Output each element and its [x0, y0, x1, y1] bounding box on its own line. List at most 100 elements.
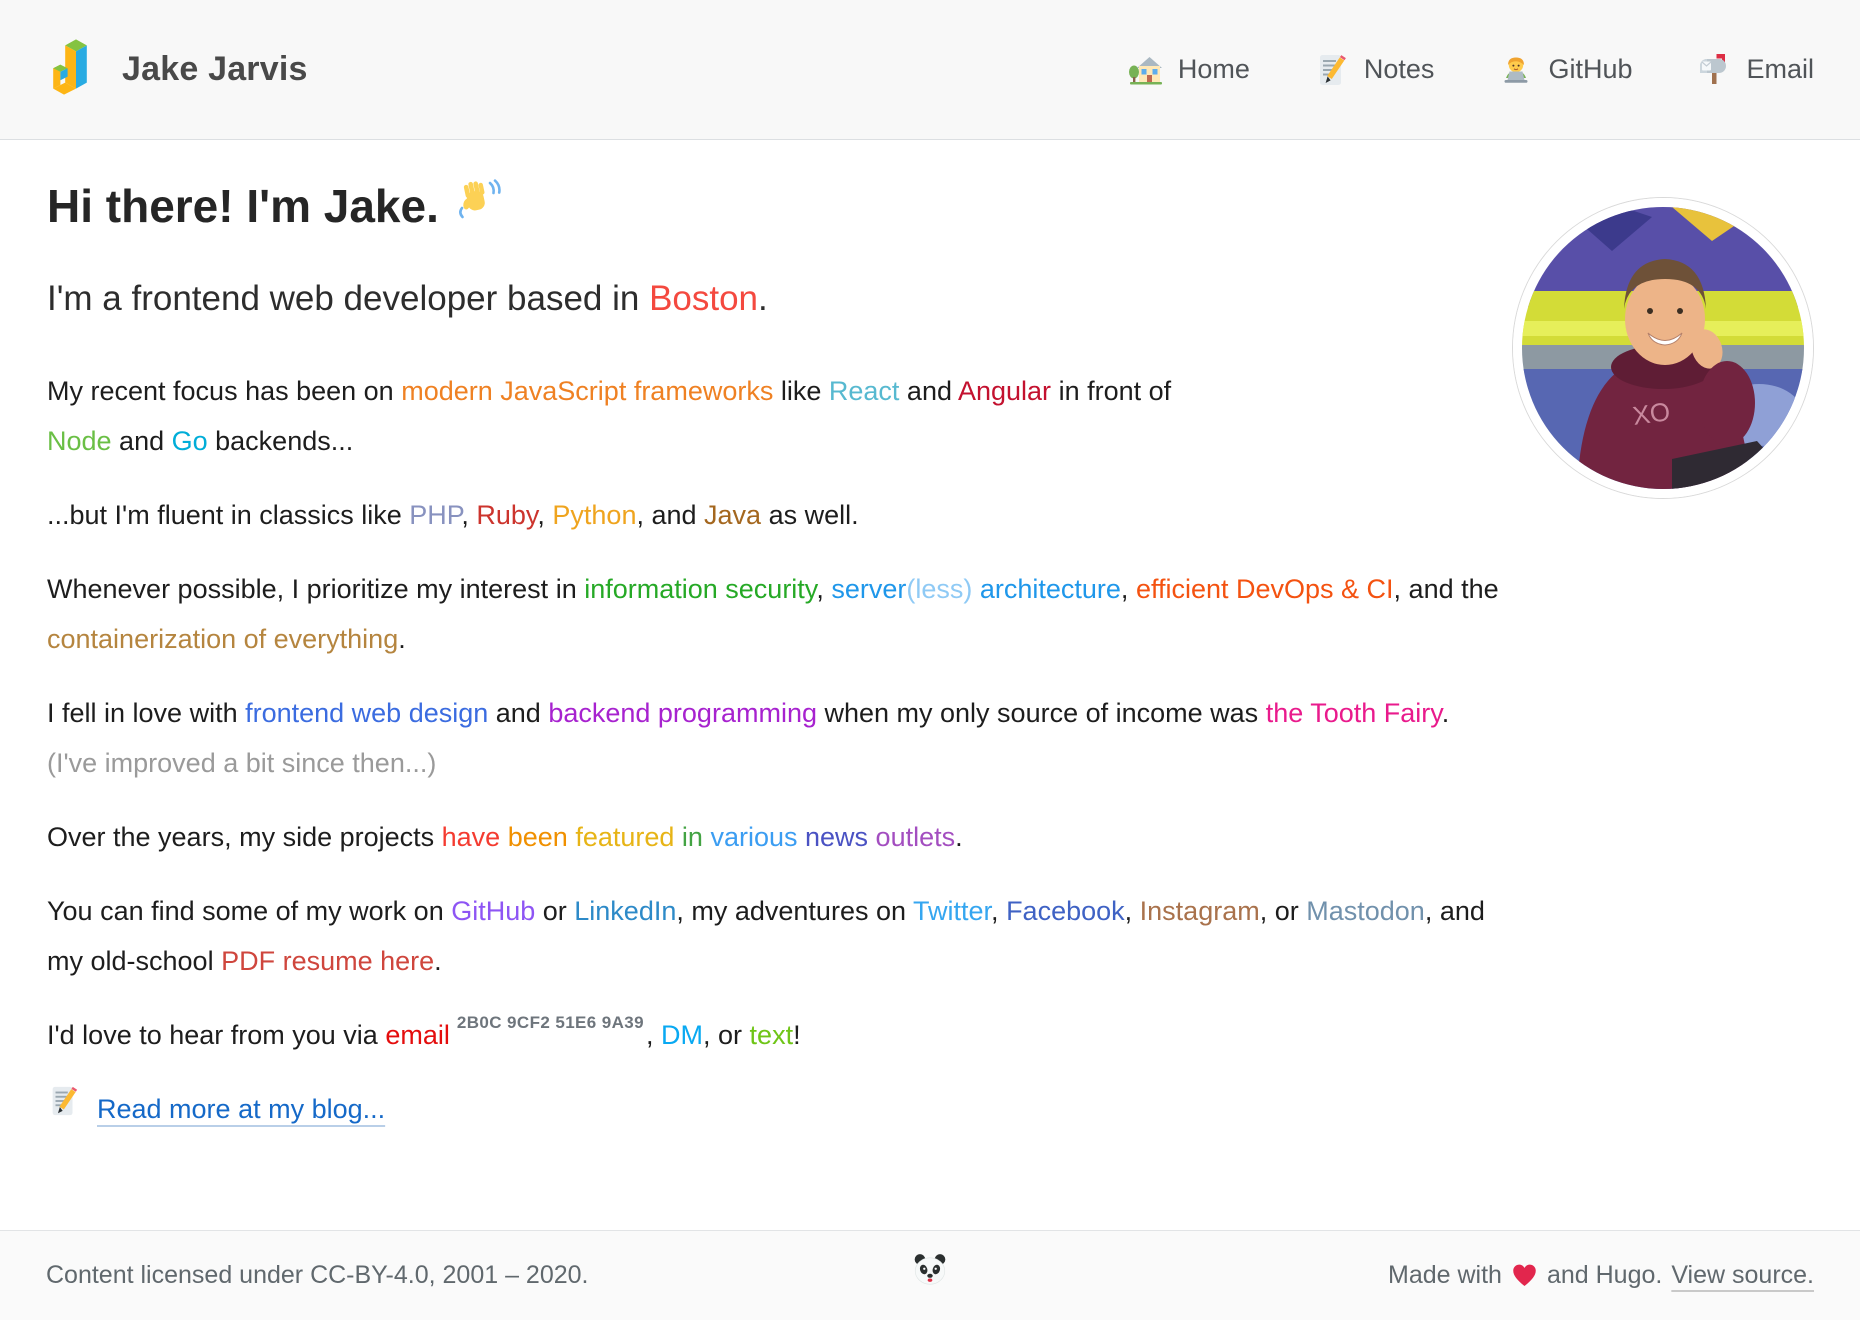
- nav-item-email[interactable]: Email: [1696, 52, 1814, 88]
- subtitle-period: .: [758, 279, 768, 319]
- nav-item-notes[interactable]: Notes: [1314, 52, 1435, 88]
- mailbox-icon: [1696, 52, 1732, 88]
- text-run: in front of: [1051, 376, 1172, 407]
- text-run: my old-school: [47, 946, 222, 977]
- text-run: ,: [461, 500, 477, 531]
- site-logo-link[interactable]: Jake Jarvis: [46, 37, 308, 103]
- text-run: , and the: [1393, 574, 1499, 605]
- inline-link-featured-various[interactable]: various: [710, 822, 797, 852]
- inline-link-angular[interactable]: Angular: [958, 376, 1051, 406]
- text-run: .: [434, 946, 442, 977]
- text-run: , and: [636, 500, 705, 531]
- inline-link-featured-outlets[interactable]: outlets: [876, 822, 956, 852]
- text-run: as well.: [761, 500, 859, 531]
- text-run: ,: [1120, 574, 1136, 605]
- nav-notes-label: Notes: [1363, 54, 1435, 84]
- view-source-link[interactable]: View source.: [1671, 1261, 1814, 1290]
- inline-link-server[interactable]: server: [831, 574, 906, 604]
- inline-link-node[interactable]: Node: [47, 426, 112, 456]
- text-run: and: [488, 698, 549, 729]
- inline-link-frontend-design[interactable]: frontend web design: [245, 698, 488, 728]
- nav-item-home[interactable]: Home: [1128, 52, 1250, 88]
- text-run: .: [1441, 698, 1450, 729]
- text-run: [674, 822, 682, 852]
- inline-link-dm[interactable]: DM: [661, 1020, 703, 1050]
- text-run: ,: [537, 500, 553, 531]
- text-run: or: [535, 896, 575, 927]
- text-run: [500, 822, 508, 852]
- paragraph-classics: ...but I'm fluent in classics like PHP , …: [47, 490, 1813, 540]
- inline-link-email[interactable]: email: [385, 1020, 450, 1050]
- inline-link-ruby[interactable]: Ruby: [476, 500, 537, 530]
- text-run: Over the years, my side projects: [47, 822, 442, 853]
- text-run: [868, 822, 876, 852]
- inline-link-text[interactable]: text: [750, 1020, 794, 1050]
- memo-icon: [47, 1084, 81, 1134]
- inline-link-featured-been[interactable]: been: [508, 822, 568, 852]
- text-run: [797, 822, 805, 852]
- text-run: ,: [991, 896, 1007, 927]
- inline-link-go[interactable]: Go: [172, 426, 208, 456]
- inline-link-featured-news[interactable]: news: [805, 822, 868, 852]
- inline-link-js-frameworks[interactable]: modern JavaScript frameworks: [401, 376, 773, 406]
- blog-link[interactable]: Read more at my blog...: [97, 1084, 385, 1134]
- inline-link-serverless[interactable]: (less): [906, 574, 972, 604]
- inline-link-backend-programming[interactable]: backend programming: [548, 698, 817, 728]
- inline-link-boston[interactable]: Boston: [649, 279, 758, 318]
- waving-hand-icon: [455, 178, 501, 234]
- inline-link-tooth-fairy[interactable]: the Tooth Fairy: [1266, 698, 1442, 728]
- main-content: XO Hi there! I'm Jake. I'm a frontend we…: [0, 140, 1860, 1230]
- page-title: Hi there! I'm Jake.: [47, 178, 1457, 234]
- paragraph-contact: I'd love to hear from you via email 2B0C …: [47, 1010, 1813, 1060]
- text-run: Whenever possible, I prioritize my inter…: [47, 574, 585, 605]
- text-run: like: [773, 376, 829, 407]
- inline-link-react[interactable]: React: [829, 376, 900, 406]
- inline-link-containerization[interactable]: containerization of everything: [47, 624, 398, 654]
- main-nav: Home Notes GitHub Email: [1128, 52, 1814, 88]
- inline-link-architecture[interactable]: architecture: [972, 574, 1121, 604]
- page-title-text: Hi there! I'm Jake.: [47, 179, 439, 232]
- site-footer: Content licensed under CC-BY-4.0, 2001 –…: [0, 1230, 1860, 1320]
- inline-link-pdf-resume[interactable]: PDF resume here: [221, 946, 434, 976]
- inline-link-devops[interactable]: efficient DevOps & CI: [1136, 574, 1394, 604]
- nav-item-github[interactable]: GitHub: [1498, 52, 1632, 88]
- memo-icon: [1314, 52, 1350, 88]
- nav-email-label: Email: [1746, 54, 1814, 84]
- inline-link-java[interactable]: Java: [704, 500, 761, 530]
- text-run: ,: [1124, 896, 1140, 927]
- made-with-text: Made with: [1388, 1261, 1502, 1289]
- inline-link-infosec[interactable]: information security: [584, 574, 816, 604]
- parenthetical-note: (I've improved a bit since then...): [47, 748, 437, 779]
- text-run: , my adventures on: [676, 896, 914, 927]
- text-run: I'd love to hear from you via: [47, 1020, 386, 1051]
- technologist-icon: [1498, 52, 1534, 88]
- text-run: , and: [1424, 896, 1485, 927]
- inline-link-linkedin[interactable]: LinkedIn: [574, 896, 676, 926]
- panda-icon: [911, 1251, 949, 1289]
- and-hugo-text: and Hugo.: [1546, 1261, 1663, 1289]
- inline-link-featured-have[interactable]: have: [442, 822, 501, 852]
- pgp-key-link[interactable]: 2B0C 9CF2 51E6 9A39: [457, 1013, 644, 1032]
- house-icon: [1128, 52, 1164, 88]
- inline-link-featured-featured[interactable]: featured: [575, 822, 674, 852]
- text-run: My recent focus has been on: [47, 376, 402, 407]
- svg-text:XO: XO: [1631, 396, 1672, 431]
- site-header: Jake Jarvis Home Notes GitHub Email: [0, 0, 1860, 140]
- inline-link-facebook[interactable]: Facebook: [1006, 896, 1125, 926]
- inline-link-github[interactable]: GitHub: [451, 896, 535, 926]
- text-run: , or: [703, 1020, 750, 1051]
- inline-link-twitter[interactable]: Twitter: [913, 896, 991, 926]
- inline-link-instagram[interactable]: Instagram: [1140, 896, 1260, 926]
- text-run: ,: [646, 1020, 662, 1051]
- text-run: and: [899, 376, 958, 407]
- paragraph-featured: Over the years, my side projects have be…: [47, 812, 1813, 862]
- subtitle-text: I'm a frontend web developer based in: [47, 279, 650, 319]
- site-title: Jake Jarvis: [122, 50, 308, 88]
- inline-link-featured-in[interactable]: in: [682, 822, 703, 852]
- text-run: , or: [1259, 896, 1307, 927]
- logo-icon: [46, 37, 100, 103]
- inline-link-php[interactable]: PHP: [409, 500, 461, 530]
- text-run: and: [111, 426, 172, 457]
- inline-link-python[interactable]: Python: [552, 500, 636, 530]
- inline-link-mastodon[interactable]: Mastodon: [1306, 896, 1425, 926]
